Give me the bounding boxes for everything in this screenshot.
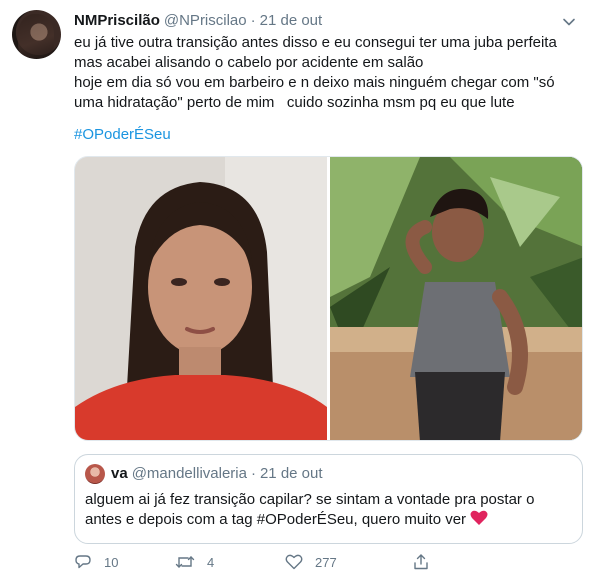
tweet-actions: 10 4 277: [74, 552, 494, 572]
tweet-text-line: uma hidratação" perto de mim cuido sozin…: [74, 94, 515, 111]
quoted-text-line: antes e depois com a tag #OPoderÉSeu, qu…: [85, 510, 575, 530]
tweet-header: NMPriscilão @NPriscilao · 21 de out: [74, 11, 322, 31]
reply-icon: [75, 555, 91, 569]
quoted-header: va @mandellivaleria · 21 de out: [111, 464, 323, 484]
retweet-count: 4: [207, 554, 215, 570]
tweet-text: eu já tive outra transição antes disso e…: [74, 33, 574, 113]
reply-button[interactable]: 10: [74, 552, 118, 572]
retweet-icon: [175, 556, 195, 568]
quoted-author-name[interactable]: va: [111, 465, 128, 482]
quoted-author-handle[interactable]: @mandellivaleria: [132, 465, 247, 482]
separator-dot: ·: [250, 465, 256, 482]
photo-after[interactable]: [330, 157, 582, 440]
tweet-date[interactable]: 21 de out: [260, 12, 323, 29]
retweet-button[interactable]: 4: [175, 552, 214, 572]
hashtag-link[interactable]: #OPoderÉSeu: [74, 125, 171, 145]
tweet-text-line: mas acabei alisando o cabelo por acident…: [74, 54, 424, 71]
photo-before-image: [75, 157, 327, 440]
avatar[interactable]: [12, 10, 61, 59]
author-handle[interactable]: @NPriscilao: [164, 12, 247, 29]
caret-down-icon[interactable]: [561, 14, 577, 30]
like-count: 277: [315, 554, 337, 570]
quoted-tweet[interactable]: va @mandellivaleria · 21 de out alguem ai j…: [74, 454, 583, 544]
share-button[interactable]: [412, 552, 442, 572]
quoted-date[interactable]: 21 de out: [260, 465, 323, 482]
quoted-avatar[interactable]: [85, 464, 105, 484]
tweet[interactable]: NMPriscilão @NPriscilao · 21 de out eu já t…: [0, 0, 589, 581]
separator-dot: ·: [250, 12, 256, 29]
heart-emoji-icon: [470, 510, 488, 525]
quoted-text: alguem ai já fez transição capilar? se s…: [85, 490, 575, 530]
like-button[interactable]: 277: [285, 552, 337, 572]
photo-before[interactable]: [75, 157, 327, 440]
quoted-text-line: alguem ai já fez transição capilar? se s…: [85, 491, 535, 508]
tweet-text-line: hoje em dia só vou em barbeiro e n deixo…: [74, 74, 555, 91]
media-grid: [74, 156, 583, 441]
quoted-text-line-content: antes e depois com a tag #OPoderÉSeu, qu…: [85, 511, 467, 528]
share-icon: [414, 554, 428, 570]
reply-count: 10: [104, 554, 119, 570]
like-icon: [285, 554, 303, 570]
author-name[interactable]: NMPriscilão: [74, 12, 160, 29]
photo-after-image: [330, 157, 582, 440]
tweet-text-line: eu já tive outra transição antes disso e…: [74, 34, 557, 51]
